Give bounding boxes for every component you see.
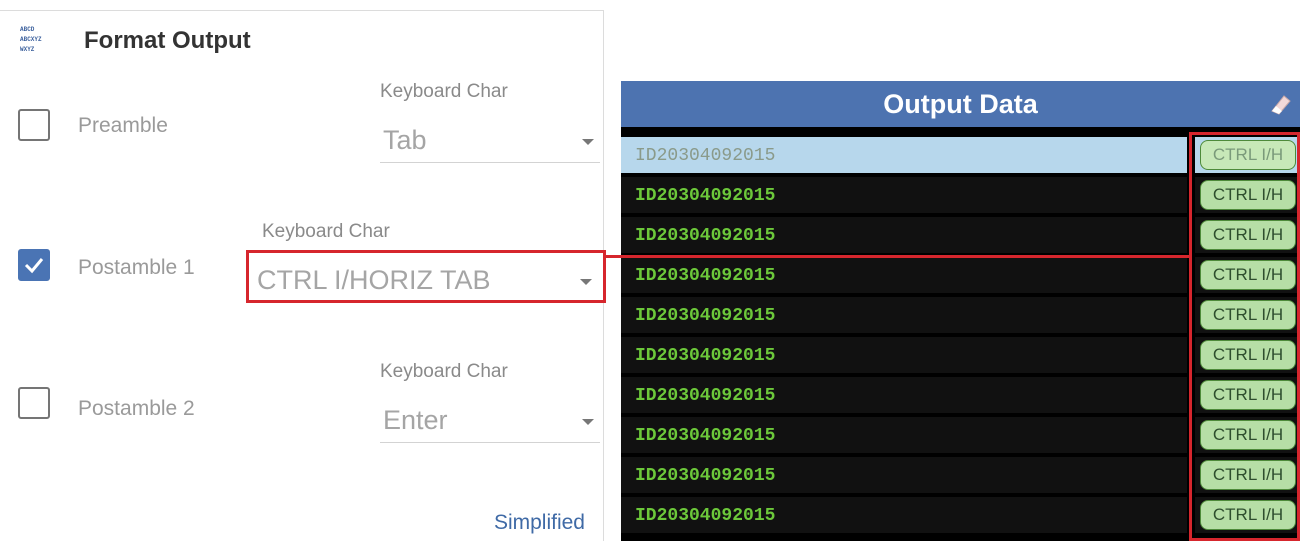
format-output-icon: ABCD ABCXYZ WXYZ [16, 21, 56, 61]
postamble-2-keyboard-char-label: Keyboard Char [380, 361, 508, 382]
postamble-2-checkbox[interactable] [18, 387, 50, 419]
callout-connector-line [606, 255, 1192, 258]
panel-header: ABCD ABCXYZ WXYZ Format Output [16, 21, 251, 61]
postamble-2-select-value: Enter [383, 405, 448, 435]
postamble-1-checkbox[interactable] [18, 249, 50, 281]
output-row-id: ID20304092015 [635, 226, 776, 246]
postamble-2-label: Postamble 2 [78, 397, 195, 420]
output-row-id: ID20304092015 [635, 386, 776, 406]
output-data-title: Output Data [883, 88, 1038, 119]
output-row-id: ID20304092015 [635, 186, 776, 206]
chevron-down-icon [582, 139, 594, 145]
output-row-id: ID20304092015 [635, 466, 776, 486]
simplified-link[interactable]: Simplified [494, 511, 585, 535]
preamble-keyboard-char-label: Keyboard Char [380, 81, 508, 102]
preamble-keyboard-char-select[interactable]: Tab [380, 121, 600, 163]
postamble-1-label: Postamble 1 [78, 256, 195, 279]
icon-line-3: WXYZ [20, 46, 35, 53]
postamble-1-callout-box [246, 250, 606, 303]
output-row-id: ID20304092015 [635, 266, 776, 286]
preamble-label: Preamble [78, 114, 168, 137]
icon-line-1: ABCD [20, 26, 35, 33]
postamble-2-keyboard-char-select[interactable]: Enter [380, 401, 600, 443]
output-row-id: ID20304092015 [635, 146, 776, 166]
output-row-id: ID20304092015 [635, 306, 776, 326]
icon-line-2: ABCXYZ [20, 36, 42, 43]
eraser-icon[interactable] [1268, 91, 1294, 117]
preamble-checkbox[interactable] [18, 109, 50, 141]
output-row-id: ID20304092015 [635, 506, 776, 526]
chevron-down-icon [582, 419, 594, 425]
output-data-header: Output Data [621, 81, 1300, 127]
preamble-select-value: Tab [383, 125, 427, 155]
output-tag-callout-box [1189, 132, 1300, 541]
postamble-1-keyboard-char-label: Keyboard Char [262, 221, 390, 242]
output-row-id: ID20304092015 [635, 346, 776, 366]
output-row-id: ID20304092015 [635, 426, 776, 446]
check-icon [24, 258, 44, 274]
panel-title: Format Output [84, 27, 251, 54]
